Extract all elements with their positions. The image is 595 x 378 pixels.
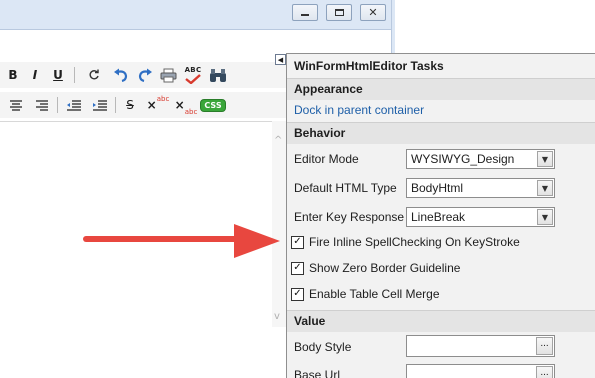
- dock-in-parent-link[interactable]: Dock in parent container: [294, 103, 424, 117]
- base-url-field[interactable]: ...: [406, 364, 555, 378]
- default-html-type-value: BodyHtml: [411, 181, 464, 195]
- bold-button[interactable]: B: [6, 66, 20, 84]
- print-button[interactable]: [159, 66, 177, 84]
- enter-key-response-value: LineBreak: [411, 210, 466, 224]
- panel-title: WinFormHtmlEditor Tasks: [294, 59, 444, 73]
- underline-button[interactable]: U: [51, 66, 65, 84]
- subscript-x-icon: ×: [174, 98, 185, 112]
- smart-tag-arrow-icon: ◀: [277, 55, 284, 64]
- section-value: Value: [287, 310, 595, 332]
- scroll-down-icon[interactable]: v: [274, 311, 280, 322]
- chevron-down-icon[interactable]: ▼: [537, 151, 553, 167]
- toolbar-separator: [74, 67, 75, 83]
- align-right-button[interactable]: [34, 96, 50, 114]
- outdent-icon: [67, 99, 81, 111]
- editor-mode-label: Editor Mode: [294, 152, 359, 166]
- maximize-button[interactable]: [326, 4, 352, 21]
- outdent-button[interactable]: [65, 96, 83, 114]
- spellcheck-label: ABC: [184, 66, 202, 74]
- enable-table-cell-merge-checkbox[interactable]: ✓ Enable Table Cell Merge: [291, 286, 440, 302]
- minimize-icon: [301, 14, 309, 16]
- printer-icon: [160, 68, 176, 82]
- fire-inline-spellcheck-checkbox[interactable]: ✓ Fire Inline SpellChecking On KeyStroke: [291, 234, 520, 250]
- annotation-arrow: [83, 224, 280, 258]
- binoculars-icon: [210, 68, 226, 82]
- formatting-toolbar: B I U ABC: [0, 62, 286, 88]
- align-center-icon: [10, 99, 22, 111]
- toolbar-separator: [115, 97, 116, 113]
- default-html-type-select[interactable]: BodyHtml ▼: [406, 178, 555, 198]
- indent-icon: [93, 99, 107, 111]
- close-icon: ✕: [368, 6, 378, 19]
- redo-button[interactable]: [136, 66, 154, 84]
- smart-tag-button[interactable]: ◀: [275, 54, 286, 65]
- superscript-button[interactable]: × abc: [146, 95, 170, 114]
- minimize-button[interactable]: [292, 4, 318, 21]
- css-badge: CSS: [200, 98, 226, 112]
- editor-mode-select[interactable]: WYSIWYG_Design ▼: [406, 149, 555, 169]
- italic-button[interactable]: I: [28, 66, 42, 84]
- chevron-down-icon[interactable]: ▼: [537, 180, 553, 196]
- redo-icon: [138, 68, 152, 82]
- subscript-label: abc: [184, 108, 198, 116]
- window-titlebar: ✕: [0, 0, 395, 30]
- body-style-browse-button[interactable]: ...: [536, 337, 553, 355]
- base-url-browse-button[interactable]: ...: [536, 366, 553, 378]
- enter-key-response-select[interactable]: LineBreak ▼: [406, 207, 555, 227]
- scroll-up-icon[interactable]: ^: [274, 135, 282, 146]
- default-html-type-label: Default HTML Type: [294, 181, 397, 195]
- indent-button[interactable]: [91, 96, 109, 114]
- superscript-x-icon: ×: [146, 98, 157, 112]
- checkbox-checked-icon[interactable]: ✓: [291, 235, 304, 249]
- checkbox-checked-icon[interactable]: ✓: [291, 287, 304, 301]
- align-right-icon: [36, 99, 48, 111]
- base-url-label: Base Url: [294, 368, 341, 378]
- undo-button[interactable]: [112, 66, 130, 84]
- paragraph-toolbar: S × abc × abc CSS: [0, 92, 286, 118]
- subscript-button[interactable]: × abc: [174, 96, 198, 116]
- body-style-label: Body Style: [294, 340, 352, 354]
- find-button[interactable]: [208, 66, 228, 84]
- enter-key-response-label: Enter Key Response: [294, 210, 405, 224]
- superscript-label: abc: [156, 95, 170, 103]
- strikethrough-button[interactable]: S: [123, 96, 137, 114]
- show-zero-border-label: Show Zero Border Guideline: [309, 261, 461, 275]
- maximize-icon: [334, 9, 344, 16]
- css-button[interactable]: CSS: [200, 96, 226, 114]
- show-zero-border-checkbox[interactable]: ✓ Show Zero Border Guideline: [291, 260, 460, 276]
- spellcheck-button[interactable]: ABC: [182, 66, 204, 84]
- refresh-icon: [89, 69, 99, 80]
- section-appearance: Appearance: [287, 78, 595, 100]
- align-center-button[interactable]: [8, 96, 24, 114]
- close-button[interactable]: ✕: [360, 4, 386, 21]
- chevron-down-icon[interactable]: ▼: [537, 209, 553, 225]
- checkbox-checked-icon[interactable]: ✓: [291, 261, 304, 275]
- fire-inline-spellcheck-label: Fire Inline SpellChecking On KeyStroke: [309, 235, 520, 249]
- tasks-panel: WinFormHtmlEditor Tasks Appearance Dock …: [286, 53, 595, 378]
- toolbar-separator: [57, 97, 58, 113]
- undo-icon: [114, 68, 128, 82]
- section-behavior: Behavior: [287, 122, 595, 144]
- editor-mode-value: WYSIWYG_Design: [411, 152, 515, 166]
- body-style-field[interactable]: ...: [406, 335, 555, 357]
- refresh-button[interactable]: [86, 66, 102, 84]
- checkmark-icon: [185, 74, 201, 84]
- enable-table-cell-merge-label: Enable Table Cell Merge: [309, 287, 440, 301]
